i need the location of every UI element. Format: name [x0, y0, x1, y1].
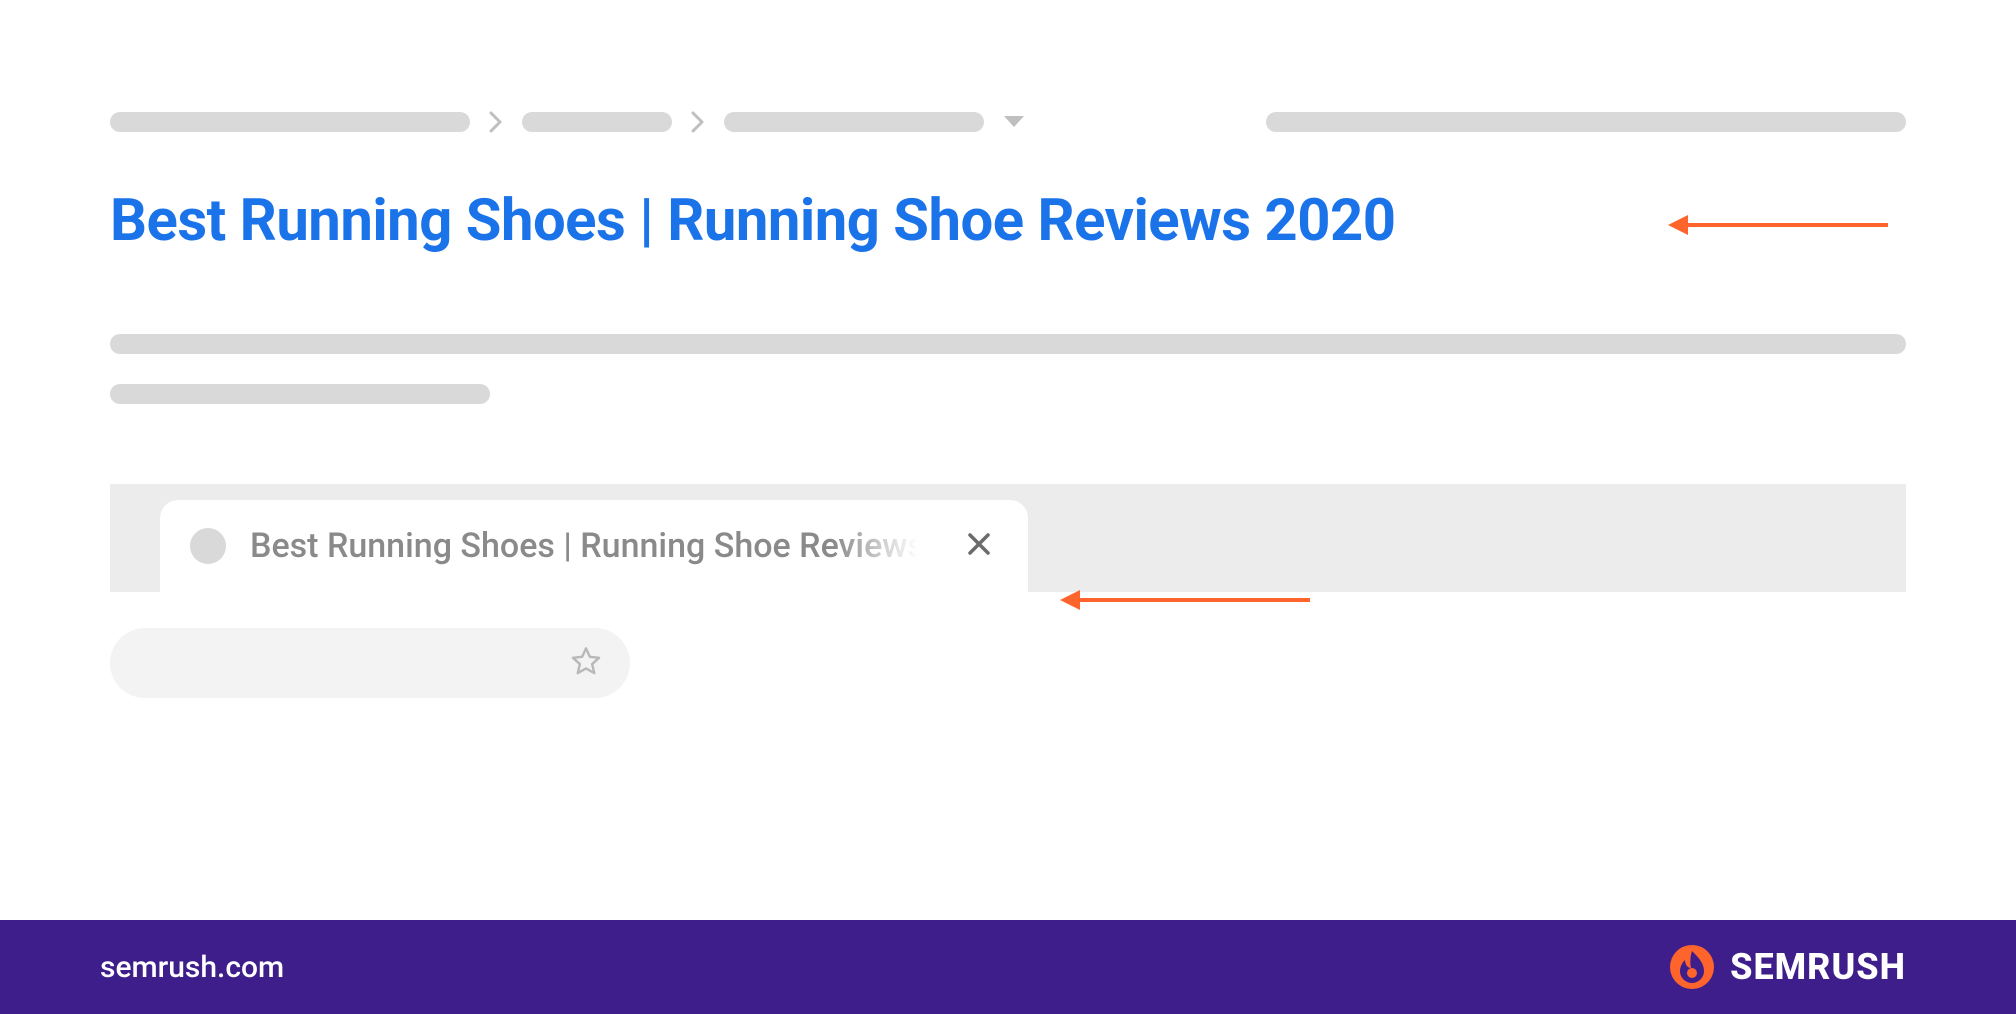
flame-icon	[1668, 943, 1716, 991]
breadcrumb	[110, 110, 1906, 134]
breadcrumb-segment	[110, 112, 470, 132]
breadcrumb-segment	[724, 112, 984, 132]
brand-text: SEMRUSH	[1730, 946, 1906, 988]
callout-arrow	[1668, 215, 1888, 235]
chevron-right-icon	[488, 110, 504, 134]
brand-logo: SEMRUSH	[1668, 943, 1906, 991]
arrow-left-icon	[1060, 590, 1080, 610]
placeholder-bar	[110, 334, 1906, 354]
arrow-stem	[1688, 223, 1888, 227]
close-icon[interactable]	[966, 531, 992, 561]
browser-tab-strip: Best Running Shoes | Running Shoe Review…	[110, 484, 1906, 592]
browser-tab[interactable]: Best Running Shoes | Running Shoe Review…	[160, 500, 1028, 592]
placeholder-bar	[1266, 112, 1906, 132]
serp-snippet	[110, 334, 1906, 404]
favicon-icon	[190, 528, 226, 564]
content-area: Best Running Shoes | Running Shoe Review…	[110, 110, 1906, 698]
illustration-canvas: Best Running Shoes | Running Shoe Review…	[0, 0, 2016, 1014]
fade-overlay	[834, 526, 954, 566]
placeholder-bar	[110, 384, 490, 404]
callout-arrow	[1060, 590, 1310, 610]
address-bar[interactable]	[110, 628, 630, 698]
tab-title-wrap: Best Running Shoes | Running Shoe Review…	[250, 526, 954, 566]
arrow-stem	[1080, 598, 1310, 602]
breadcrumb-segment	[522, 112, 672, 132]
footer: semrush.com SEMRUSH	[0, 920, 2016, 1014]
chevron-right-icon	[690, 110, 706, 134]
star-icon[interactable]	[570, 645, 602, 681]
caret-down-icon	[1002, 114, 1026, 130]
footer-domain: semrush.com	[100, 950, 284, 985]
arrow-left-icon	[1668, 215, 1688, 235]
serp-title: Best Running Shoes | Running Shoe Review…	[110, 190, 1906, 254]
